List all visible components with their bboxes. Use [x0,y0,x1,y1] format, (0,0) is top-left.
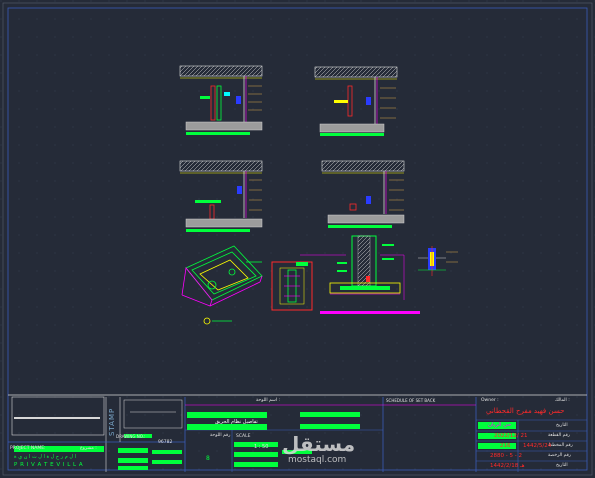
watermark-url: mostaql.com [288,455,347,465]
schedule-label: SCHEDULE OF SET BACK [386,398,436,403]
license-value: 1442/5/24 [523,443,552,449]
drawing-no-value: 96782 [158,440,173,445]
plot-label: رقم القطعة [548,433,570,438]
drawing-title-value: تفاصيل نظام الحريق [215,419,258,425]
designer-ar-label: المالك : [555,398,570,403]
stamp-label: STAMP [108,407,116,436]
scale-value: 1 : 50 [254,444,269,450]
license-label: رقم الرخصة [548,453,571,458]
drawing-title-label: اسم اللوحة : [256,398,281,403]
sheet-no-label: التاريخ [556,463,568,468]
sheet-value: 8 [206,455,210,462]
project-value: ا ل م ر ح ل ة ا ل ث ا ن ي ة [14,454,76,460]
plan-label: رقم المخطط [548,443,573,448]
scale-label: SCALE [236,434,251,439]
designer-label: Owner : [481,398,499,403]
private-villa-label: P R I V A T E V I L L A [14,462,84,468]
drawing-no-label: DRAWING NO.: [116,434,146,439]
watermark-logo-ar: مستقل [282,432,356,456]
sheet-no-value: هـ 1442/2/18 [490,463,525,469]
plan-value: 2880 - 5 - 2 [490,453,522,459]
owner-name: حسن فهيد مفرح القحطاني [486,407,565,415]
date-label: التاريخ [556,423,568,428]
date-value: 2022/12/ 21 [494,433,528,439]
project-name-label: PROJECT NAME: [10,446,46,451]
district: حي الريان [488,422,512,428]
project-name-ar: مشروع : [80,446,97,451]
sheet-label: رقم اللوحة [210,433,231,438]
plot-value: 216 [500,443,511,449]
